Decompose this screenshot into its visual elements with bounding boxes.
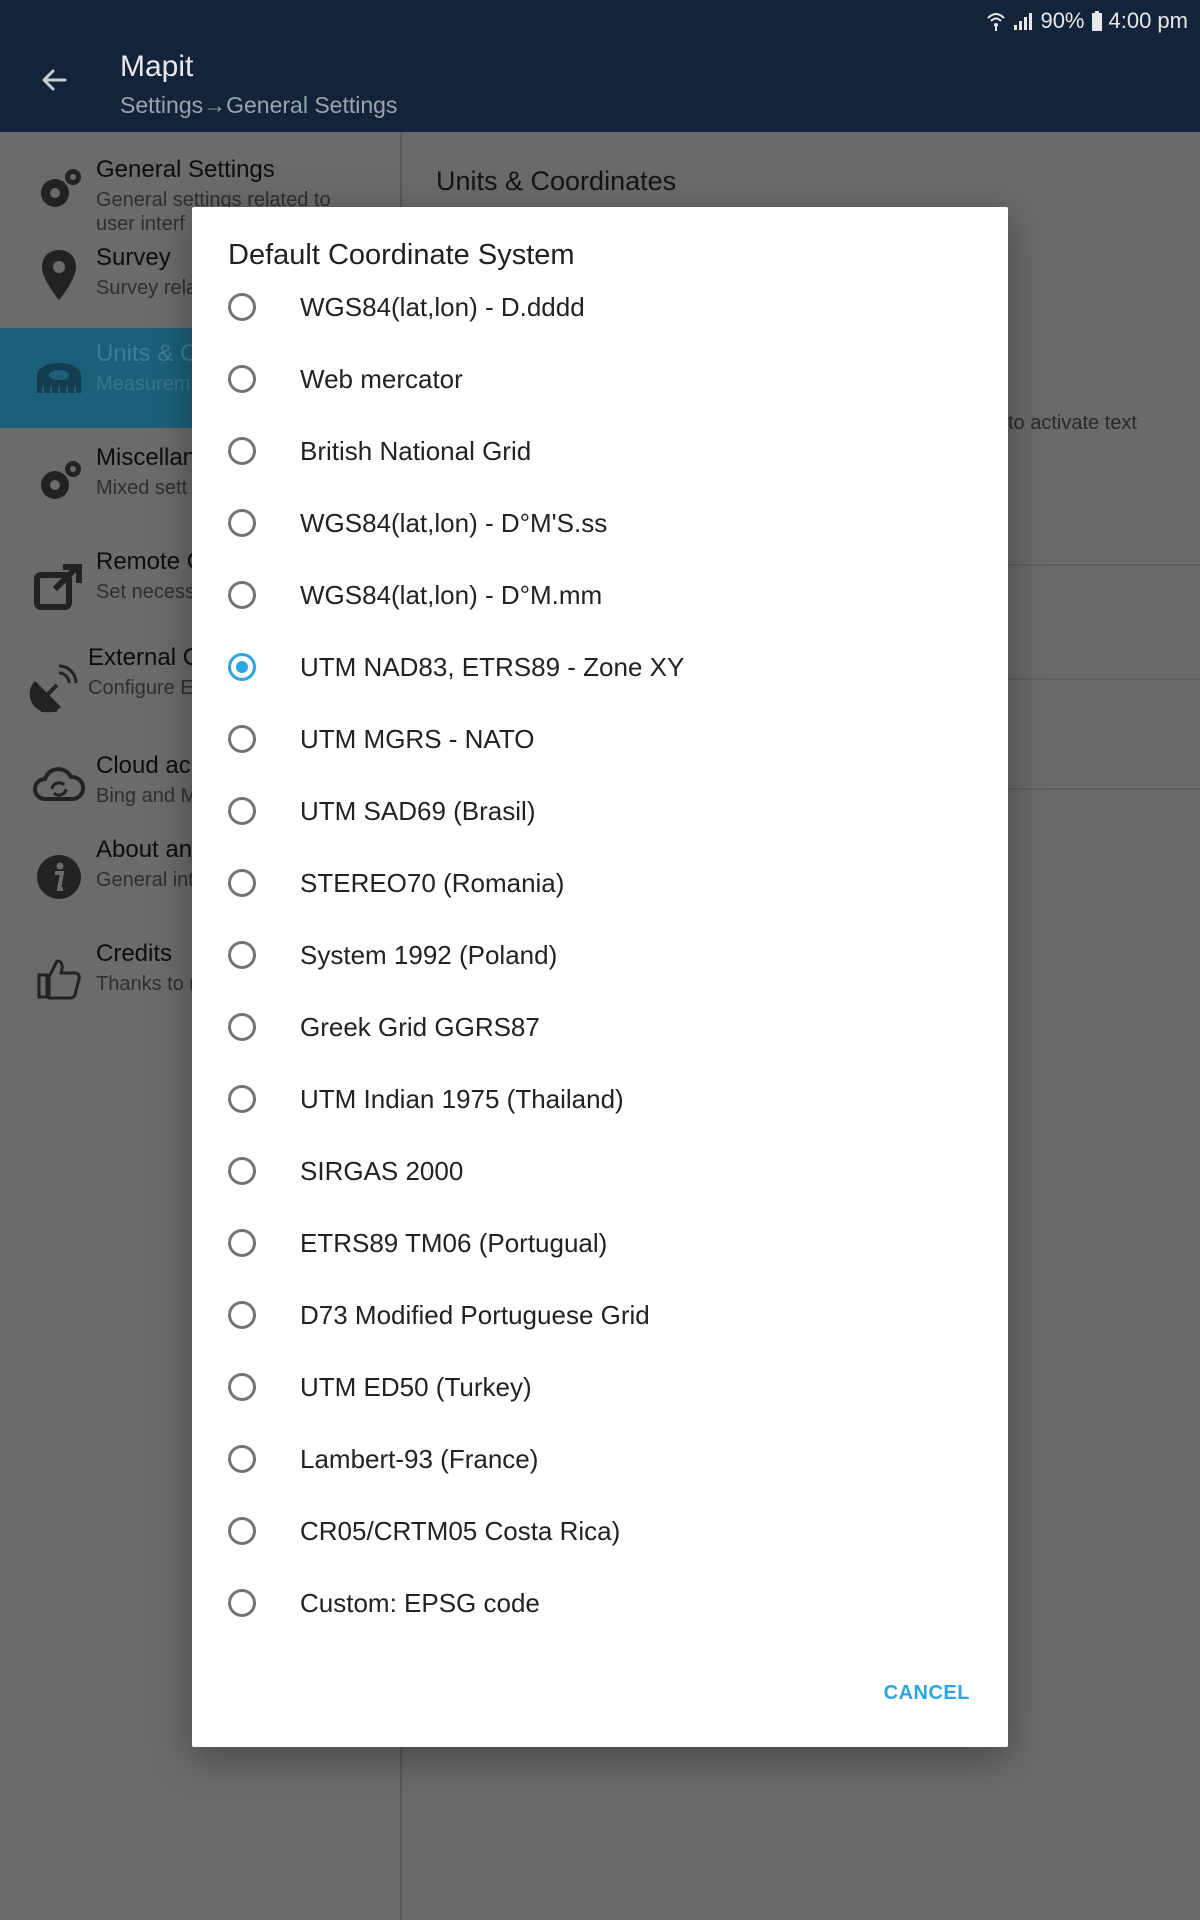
radio-button[interactable] (228, 1229, 256, 1257)
radio-option[interactable]: UTM SAD69 (Brasil) (192, 775, 1008, 847)
radio-button[interactable] (228, 1085, 256, 1113)
satellite-dish-icon (24, 660, 82, 718)
sidebar-item-title: Miscellan (96, 444, 197, 471)
radio-option[interactable]: UTM MGRS - NATO (192, 703, 1008, 775)
radio-button[interactable] (228, 941, 256, 969)
radio-option[interactable]: WGS84(lat,lon) - D°M.mm (192, 559, 1008, 631)
radio-option[interactable]: UTM NAD83, ETRS89 - Zone XY (192, 631, 1008, 703)
radio-option-label: System 1992 (Poland) (300, 939, 558, 970)
back-button[interactable] (36, 62, 72, 98)
map-pin-icon (30, 246, 88, 304)
status-bar: 90% 4:00 pm (986, 6, 1188, 36)
arrow-back-icon (42, 69, 67, 91)
radio-option[interactable]: Lambert-93 (France) (192, 1423, 1008, 1495)
radio-option-label: UTM NAD83, ETRS89 - Zone XY (300, 651, 685, 682)
radio-button[interactable] (228, 797, 256, 825)
radio-option[interactable]: D73 Modified Portuguese Grid (192, 1279, 1008, 1351)
radio-option-label: UTM SAD69 (Brasil) (300, 795, 536, 826)
radio-button[interactable] (228, 869, 256, 897)
sidebar-item-title: Cloud ac (96, 752, 191, 779)
coordinate-system-dialog: Default Coordinate System WGS84(lat,lon)… (192, 207, 1008, 1747)
radio-option[interactable]: WGS84(lat,lon) - D°M'S.ss (192, 487, 1008, 559)
radio-option[interactable]: British National Grid (192, 415, 1008, 487)
info-icon (30, 848, 88, 906)
radio-option-label: CR05/CRTM05 Costa Rica) (300, 1515, 621, 1546)
gears-icon (30, 160, 88, 218)
radio-option-label: WGS84(lat,lon) - D°M.mm (300, 579, 603, 610)
radio-option-label: Greek Grid GGRS87 (300, 1011, 540, 1042)
cancel-button[interactable]: CANCEL (882, 1676, 972, 1711)
sidebar-item-title: External G (88, 644, 202, 671)
radio-option-label: UTM Indian 1975 (Thailand) (300, 1083, 624, 1114)
cloud-sync-icon (30, 756, 88, 814)
sidebar-item-title: Units & C (96, 340, 198, 367)
radio-option-label: UTM ED50 (Turkey) (300, 1371, 532, 1402)
sidebar-item-title: Survey (96, 244, 171, 271)
radio-button[interactable] (228, 293, 256, 321)
sidebar-item-title: Credits (96, 940, 173, 967)
thumbs-up-icon (30, 950, 88, 1008)
section-title: Units & Coordinates (436, 166, 677, 196)
radio-option-label: British National Grid (300, 435, 532, 466)
radio-button[interactable] (228, 725, 256, 753)
app-title: Mapit (120, 50, 194, 83)
radio-button[interactable] (228, 1301, 256, 1329)
breadcrumb: Settings→General Settings (120, 92, 398, 118)
radio-option-label: Lambert-93 (France) (300, 1443, 539, 1474)
radio-option-label: SIRGAS 2000 (300, 1155, 464, 1186)
radio-option[interactable]: CR05/CRTM05 Costa Rica) (192, 1495, 1008, 1567)
radio-option-label: WGS84(lat,lon) - D.dddd (300, 291, 585, 322)
wifi-icon (986, 10, 1006, 32)
radio-button[interactable] (228, 1517, 256, 1545)
radio-option-label: D73 Modified Portuguese Grid (300, 1299, 650, 1330)
clock: 4:00 pm (1108, 8, 1189, 33)
gears-icon (30, 452, 88, 510)
battery-icon (1091, 10, 1103, 32)
radio-option[interactable]: WGS84(lat,lon) - D.dddd (192, 271, 1008, 343)
radio-option[interactable]: ETRS89 TM06 (Portugual) (192, 1207, 1008, 1279)
radio-button-checked[interactable] (228, 653, 256, 681)
measuring-tape-icon (30, 352, 88, 410)
sidebar-item-title: About an (96, 836, 193, 863)
radio-option[interactable]: System 1992 (Poland) (192, 919, 1008, 991)
radio-option[interactable]: Web mercator (192, 343, 1008, 415)
radio-option[interactable]: UTM Indian 1975 (Thailand) (192, 1063, 1008, 1135)
radio-option[interactable]: UTM ED50 (Turkey) (192, 1351, 1008, 1423)
radio-option-label: WGS84(lat,lon) - D°M'S.ss (300, 507, 608, 538)
battery-percent: 90% (1040, 8, 1085, 33)
radio-button[interactable] (228, 365, 256, 393)
radio-option[interactable]: SIRGAS 2000 (192, 1135, 1008, 1207)
radio-button[interactable] (228, 1157, 256, 1185)
radio-option-label: UTM MGRS - NATO (300, 723, 535, 754)
radio-option-label: Custom: EPSG code (300, 1587, 540, 1618)
sidebar-item-title: General Settings (96, 156, 275, 183)
radio-option[interactable]: Greek Grid GGRS87 (192, 991, 1008, 1063)
app-bar: 90% 4:00 pm Mapit Settings→General Setti… (0, 0, 1200, 132)
radio-option[interactable]: STEREO70 (Romania) (192, 847, 1008, 919)
radio-button[interactable] (228, 1589, 256, 1617)
radio-button[interactable] (228, 1445, 256, 1473)
radio-button[interactable] (228, 1013, 256, 1041)
radio-option-label: Web mercator (300, 363, 463, 394)
radio-option[interactable]: Custom: EPSG code (192, 1567, 1008, 1639)
radio-option-label: ETRS89 TM06 (Portugual) (300, 1227, 608, 1258)
signal-icon (1012, 10, 1034, 32)
dialog-title: Default Coordinate System (228, 239, 575, 271)
radio-button[interactable] (228, 1373, 256, 1401)
setting-description-partial: to activate text (1008, 412, 1137, 434)
radio-option-label: STEREO70 (Romania) (300, 867, 565, 898)
radio-button[interactable] (228, 509, 256, 537)
sidebar-item-title: Remote C (96, 548, 205, 575)
external-link-icon (30, 558, 88, 616)
radio-button[interactable] (228, 437, 256, 465)
radio-button[interactable] (228, 581, 256, 609)
